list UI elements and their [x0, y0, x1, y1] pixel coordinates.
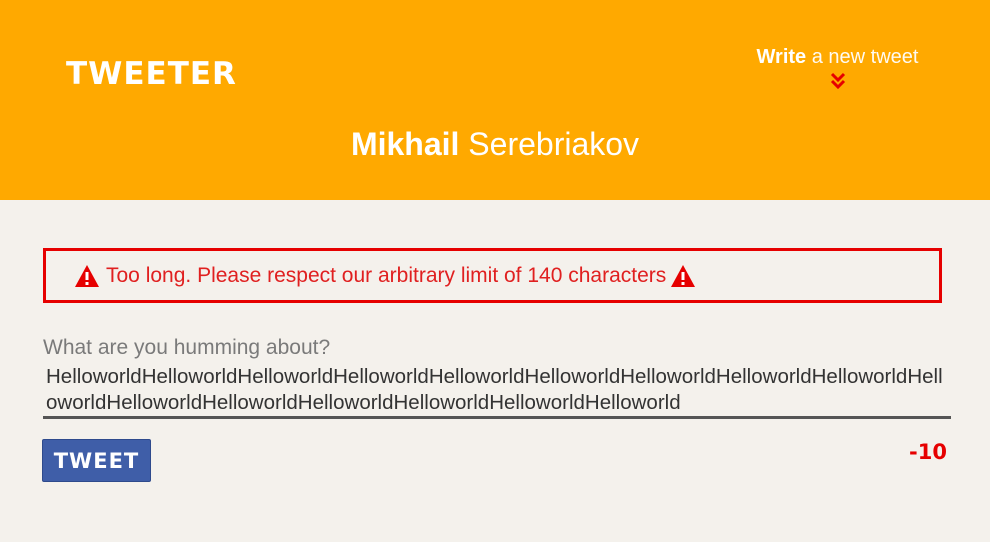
double-chevron-down-icon[interactable] [829, 71, 847, 91]
warning-icon [671, 264, 696, 287]
write-new-tweet-bold: Write [756, 46, 807, 68]
app-logo[interactable]: TWEETER [66, 56, 237, 92]
write-new-tweet-toggle[interactable]: Write a new tweet [740, 46, 935, 91]
tweet-button[interactable]: TWEET [42, 439, 151, 482]
profile-name: Mikhail Serebriakov [0, 126, 990, 163]
character-counter: -10 [909, 440, 947, 464]
error-message: Too long. Please respect our arbitrary l… [106, 263, 667, 287]
warning-icon [75, 264, 99, 287]
page-header: TWEETER Write a new tweet Mikhail Serebr… [0, 0, 990, 200]
tweet-textarea[interactable]: HelloworldHelloworldHelloworldHelloworld… [43, 364, 951, 419]
profile-first-name: Mikhail [350, 126, 460, 162]
write-new-tweet-light: a new tweet [806, 46, 919, 68]
tweet-input-label: What are you humming about? [43, 336, 331, 359]
error-alert: Too long. Please respect our arbitrary l… [43, 248, 942, 303]
profile-last-name: Serebriakov [468, 126, 640, 162]
